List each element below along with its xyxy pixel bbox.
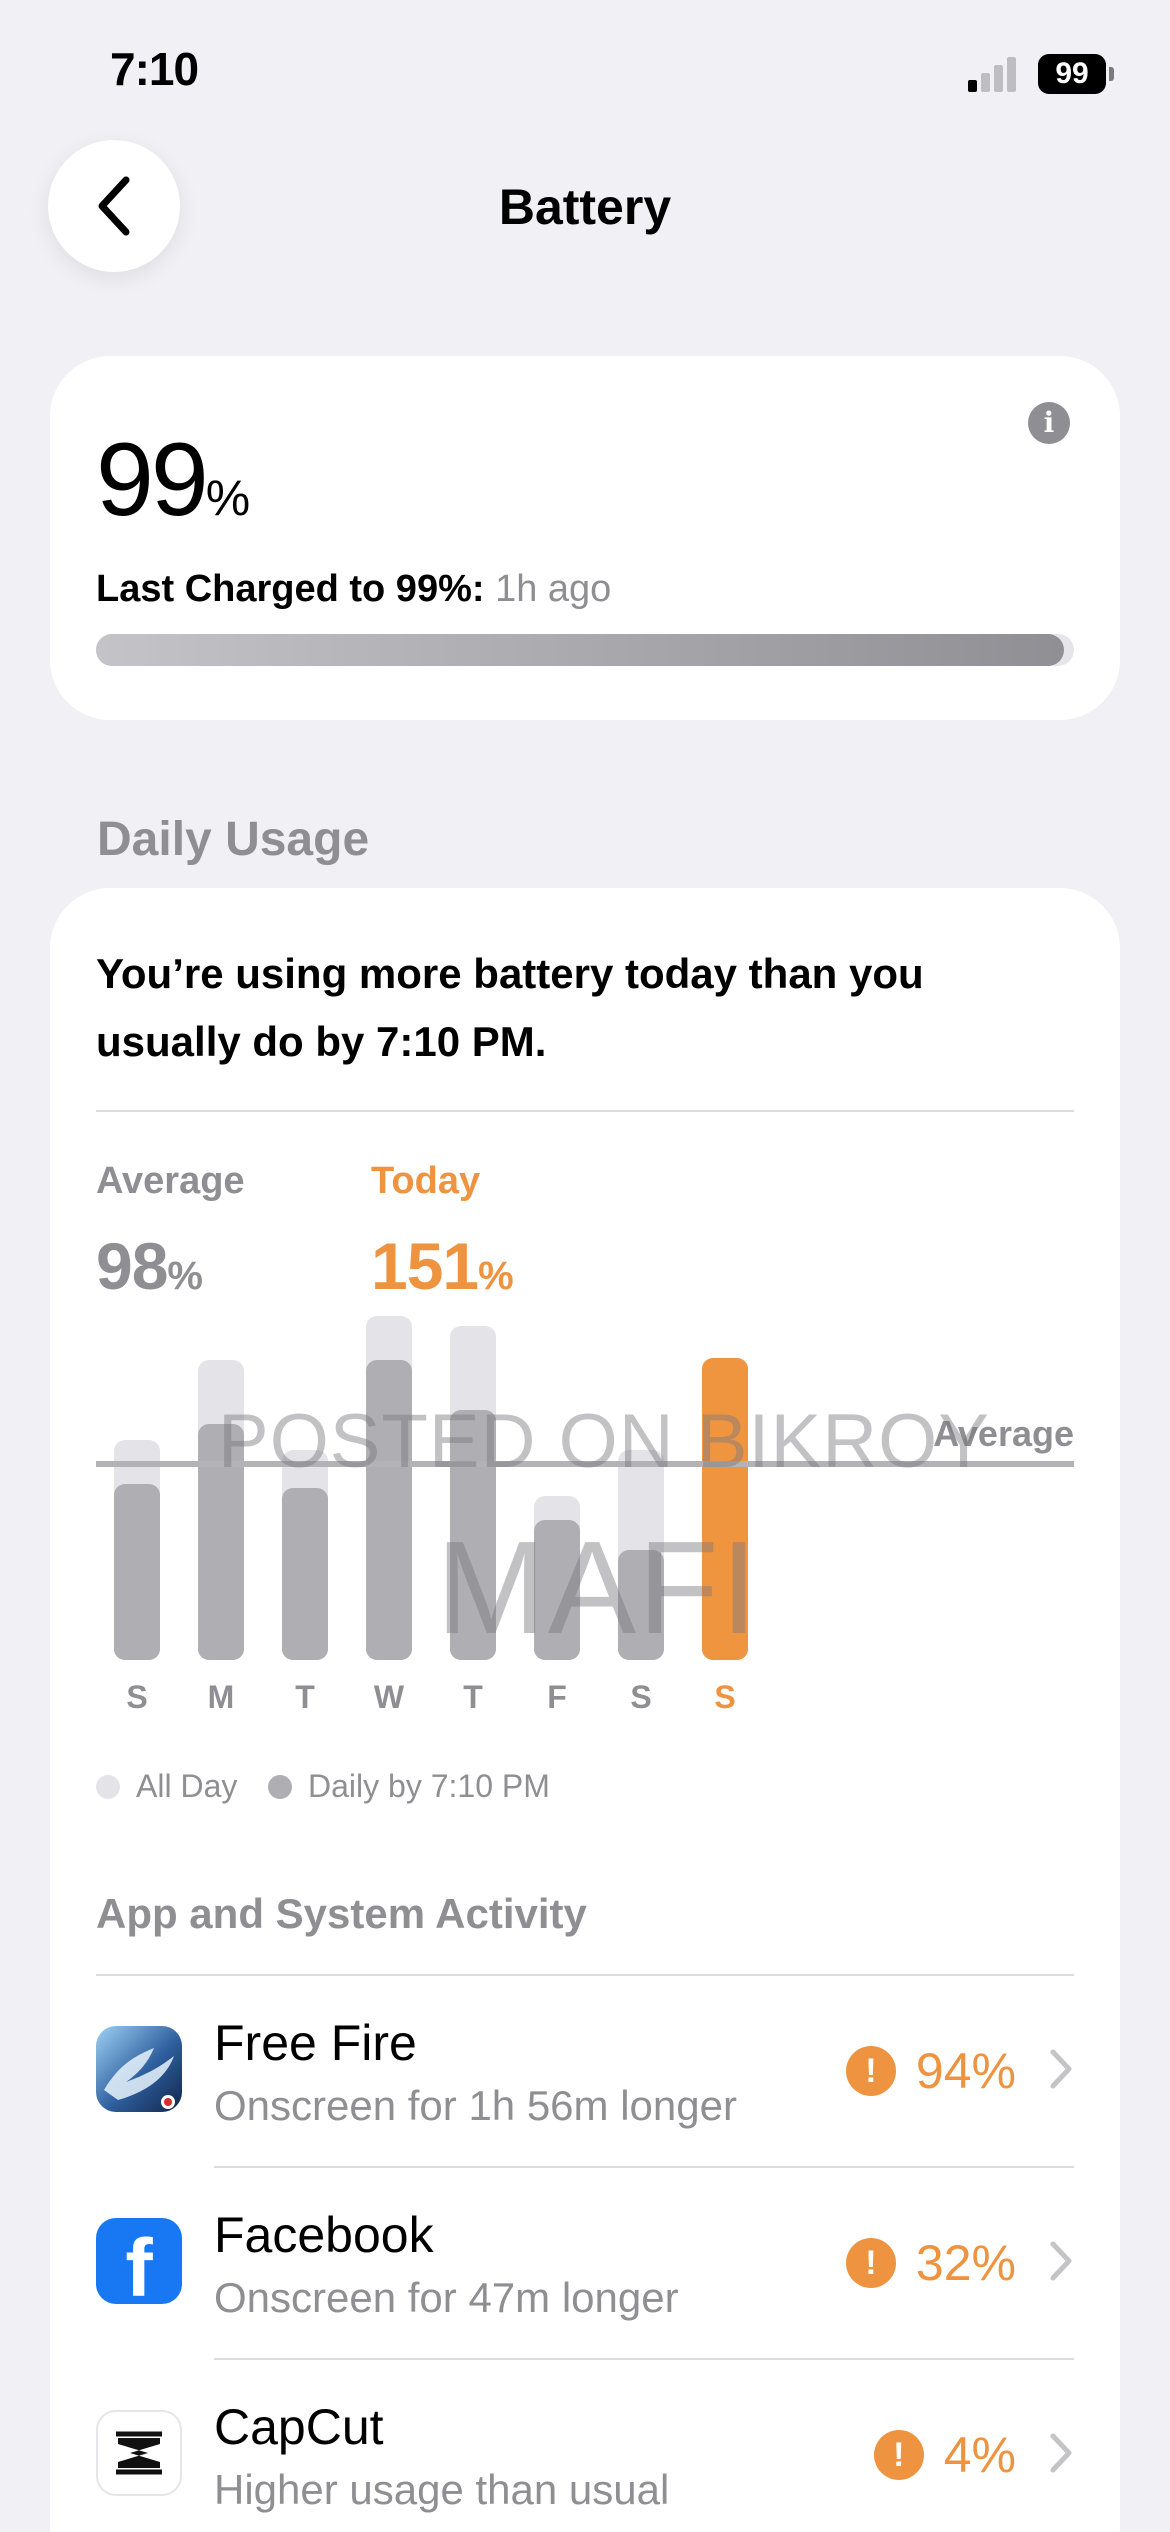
app-row-facebook[interactable]: f Facebook Onscreen for 47m longer ! 32% <box>96 2168 1120 2358</box>
average-line-label: Average <box>933 1413 1074 1454</box>
app-name: Free Fire <box>214 2015 417 2071</box>
app-usage-percent: ! 94% <box>845 2042 1016 2100</box>
legend-all-day-label: All Day <box>136 1768 238 1804</box>
info-icon[interactable]: i <box>1028 402 1070 444</box>
legend-daily-by-time-label: Daily by 7:10 PM <box>308 1768 550 1804</box>
daily-usage-card: You’re using more battery today than you… <box>50 888 1120 2532</box>
battery-percentage-value: 99 <box>96 422 209 538</box>
app-activity-heading: App and System Activity <box>96 1890 587 1937</box>
battery-level-card: 99% i Last Charged to 99%: 1h ago <box>50 356 1120 720</box>
chevron-right-icon <box>1050 2241 1072 2281</box>
app-row-free-fire[interactable]: Free Fire Onscreen for 1h 56m longer ! 9… <box>96 1976 1120 2166</box>
day-label: W <box>374 1679 405 1715</box>
daily-usage-heading: Daily Usage <box>97 813 370 866</box>
bar-daily-by-time <box>618 1550 664 1660</box>
alert-icon: ! <box>845 2046 896 2096</box>
app-percent-value: 32% <box>915 2235 1016 2291</box>
chevron-right-icon <box>1050 2433 1072 2473</box>
day-label: M <box>208 1679 235 1715</box>
bar-daily-by-time <box>450 1410 496 1660</box>
app-usage-percent: ! 4% <box>873 2426 1016 2484</box>
legend-daily-by-time-swatch <box>268 1774 292 1799</box>
battery-status-icon: 99 <box>1038 54 1106 94</box>
battery-percentage-unit: % <box>205 470 251 526</box>
status-bar: 7:10 99 <box>0 0 1170 150</box>
chevron-right-icon <box>1050 2049 1072 2089</box>
battery-percentage: 99% <box>96 421 250 540</box>
app-percent-value: 94% <box>915 2043 1016 2099</box>
day-label: S <box>630 1679 651 1715</box>
legend-all-day-swatch <box>96 1774 120 1799</box>
page-title: Battery <box>498 179 672 235</box>
day-label: F <box>547 1679 567 1715</box>
bar-daily-by-time <box>702 1358 748 1660</box>
bar-daily-by-time <box>534 1520 580 1660</box>
app-name: CapCut <box>214 2399 384 2455</box>
day-label: T <box>463 1679 483 1715</box>
status-time: 7:10 <box>110 43 199 95</box>
last-charged-ago: 1h ago <box>495 568 612 610</box>
last-charged-label: Last Charged to 99%: <box>96 568 485 610</box>
legend-daily-by-time: Daily by 7:10 PM <box>268 1768 550 1805</box>
app-name: Facebook <box>214 2207 434 2263</box>
facebook-icon: f <box>96 2218 182 2304</box>
bar-daily-by-time <box>198 1424 244 1660</box>
day-label: S <box>714 1679 735 1715</box>
bar-daily-by-time <box>282 1488 328 1660</box>
alert-icon: ! <box>845 2238 896 2288</box>
app-percent-value: 4% <box>943 2427 1016 2483</box>
bar-daily-by-time <box>114 1484 160 1660</box>
free-fire-icon <box>96 2026 182 2112</box>
last-charged-text: Last Charged to 99%: 1h ago <box>96 568 611 611</box>
cellular-signal-icon <box>968 56 1018 92</box>
app-detail: Onscreen for 47m longer <box>214 2274 679 2321</box>
bar-daily-by-time <box>366 1360 412 1660</box>
day-label: T <box>295 1679 315 1715</box>
legend-all-day: All Day <box>96 1768 237 1805</box>
app-detail: Onscreen for 1h 56m longer <box>214 2082 737 2129</box>
daily-usage-chart: S M T W T F S S Average <box>96 1316 1074 1715</box>
app-row-capcut[interactable]: CapCut Higher usage than usual ! 4% <box>96 2360 1120 2532</box>
capcut-icon <box>96 2410 182 2496</box>
day-label: S <box>126 1679 147 1715</box>
app-usage-percent: ! 32% <box>845 2234 1016 2292</box>
battery-level-fill <box>96 634 1065 666</box>
alert-icon: ! <box>873 2430 924 2480</box>
battery-level-bar <box>96 634 1074 666</box>
app-detail: Higher usage than usual <box>214 2466 670 2513</box>
facebook-glyph: f <box>125 2223 153 2305</box>
battery-nub <box>1109 67 1114 81</box>
